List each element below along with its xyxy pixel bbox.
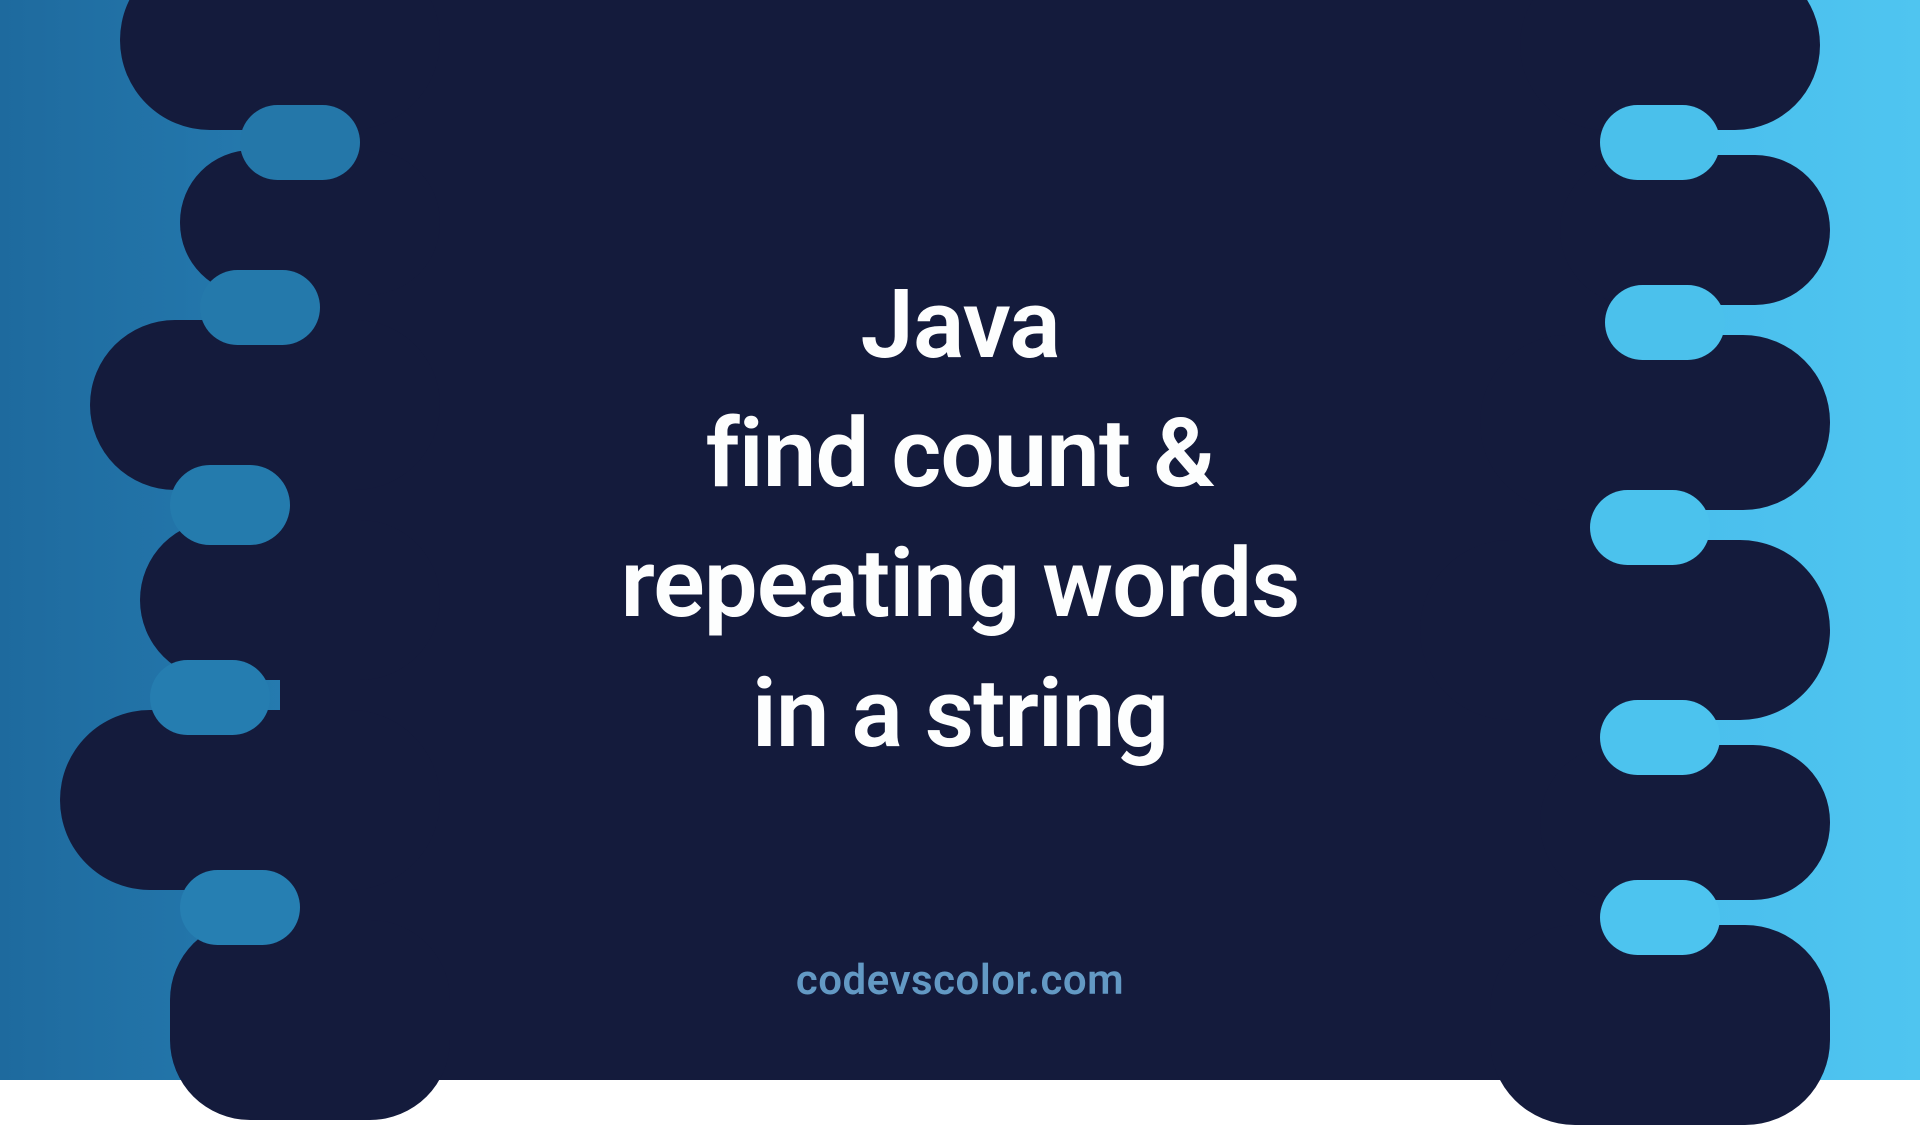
main-title: Java find count & repeating words in a s… <box>620 261 1299 779</box>
footer-attribution: codevscolor.com <box>796 956 1124 1005</box>
title-line-2: find count & <box>620 390 1299 520</box>
title-line-4: in a string <box>620 650 1299 780</box>
title-line-3: repeating words <box>620 520 1299 650</box>
title-line-1: Java <box>620 261 1299 391</box>
content-area: Java find count & repeating words in a s… <box>0 0 1920 1080</box>
